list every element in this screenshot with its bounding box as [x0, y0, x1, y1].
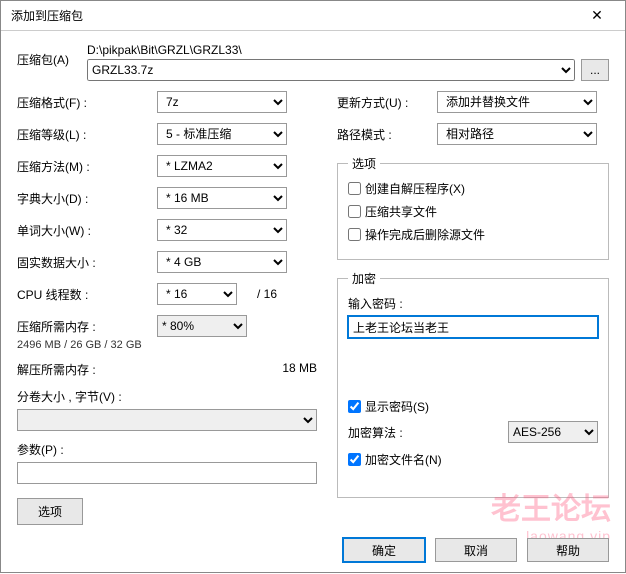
mem-compress-select[interactable]: * 80% — [157, 315, 247, 337]
password-label: 输入密码 : — [348, 295, 598, 312]
format-label: 压缩格式(F) : — [17, 94, 157, 111]
shared-label: 压缩共享文件 — [365, 203, 437, 220]
level-label: 压缩等级(L) : — [17, 126, 157, 143]
params-label: 参数(P) : — [17, 441, 317, 458]
pathmode-select[interactable]: 相对路径 — [437, 123, 597, 145]
password-input[interactable] — [348, 316, 598, 338]
cancel-button[interactable]: 取消 — [435, 538, 517, 562]
titlebar: 添加到压缩包 ✕ — [1, 1, 625, 31]
cpu-total: / 16 — [257, 287, 277, 301]
solid-select[interactable]: * 4 GB — [157, 251, 287, 273]
word-select[interactable]: * 32 — [157, 219, 287, 241]
solid-label: 固实数据大小 : — [17, 254, 157, 271]
mem-compress-detail: 2496 MB / 26 GB / 32 GB — [17, 339, 317, 351]
mem-compress-label: 压缩所需内存 : — [17, 318, 157, 335]
volume-label: 分卷大小 , 字节(V) : — [17, 388, 317, 405]
volume-select[interactable] — [17, 409, 317, 431]
delete-checkbox[interactable] — [348, 228, 361, 241]
help-button[interactable]: 帮助 — [527, 538, 609, 562]
encrypt-names-label: 加密文件名(N) — [365, 451, 442, 468]
sfx-checkbox[interactable] — [348, 182, 361, 195]
archive-name-select[interactable]: GRZL33.7z — [87, 59, 575, 81]
show-password-label: 显示密码(S) — [365, 398, 429, 415]
method-label: 压缩方法(M) : — [17, 158, 157, 175]
update-select[interactable]: 添加并替换文件 — [437, 91, 597, 113]
mem-decomp-label: 解压所需内存 : — [17, 361, 96, 378]
options-legend: 选项 — [348, 155, 380, 172]
options-fieldset: 选项 创建自解压程序(X) 压缩共享文件 操作完成后删除源文件 — [337, 155, 609, 260]
algo-select[interactable]: AES-256 — [508, 421, 598, 443]
pathmode-label: 路径模式 : — [337, 126, 437, 143]
delete-label: 操作完成后删除源文件 — [365, 226, 485, 243]
show-password-checkbox[interactable] — [348, 400, 361, 413]
update-label: 更新方式(U) : — [337, 94, 437, 111]
format-select[interactable]: 7z — [157, 91, 287, 113]
mem-decomp-value: 18 MB — [282, 361, 317, 378]
options-button[interactable]: 选项 — [17, 498, 83, 525]
encryption-legend: 加密 — [348, 270, 380, 287]
params-input[interactable] — [17, 462, 317, 484]
dict-label: 字典大小(D) : — [17, 190, 157, 207]
close-icon[interactable]: ✕ — [577, 2, 617, 30]
method-select[interactable]: * LZMA2 — [157, 155, 287, 177]
dict-select[interactable]: * 16 MB — [157, 187, 287, 209]
level-select[interactable]: 5 - 标准压缩 — [157, 123, 287, 145]
browse-button[interactable]: ... — [581, 59, 609, 81]
window-title: 添加到压缩包 — [11, 7, 83, 24]
cpu-label: CPU 线程数 : — [17, 286, 157, 303]
word-label: 单词大小(W) : — [17, 222, 157, 239]
sfx-label: 创建自解压程序(X) — [365, 180, 465, 197]
archive-path: D:\pikpak\Bit\GRZL\GRZL33\ — [87, 43, 609, 57]
shared-checkbox[interactable] — [348, 205, 361, 218]
ok-button[interactable]: 确定 — [343, 538, 425, 562]
algo-label: 加密算法 : — [348, 424, 403, 441]
archive-label: 压缩包(A) — [17, 43, 79, 68]
encrypt-names-checkbox[interactable] — [348, 453, 361, 466]
cpu-select[interactable]: * 16 — [157, 283, 237, 305]
encryption-fieldset: 加密 输入密码 : 显示密码(S) 加密算法 : AES-256 加密文件名(N) — [337, 270, 609, 498]
